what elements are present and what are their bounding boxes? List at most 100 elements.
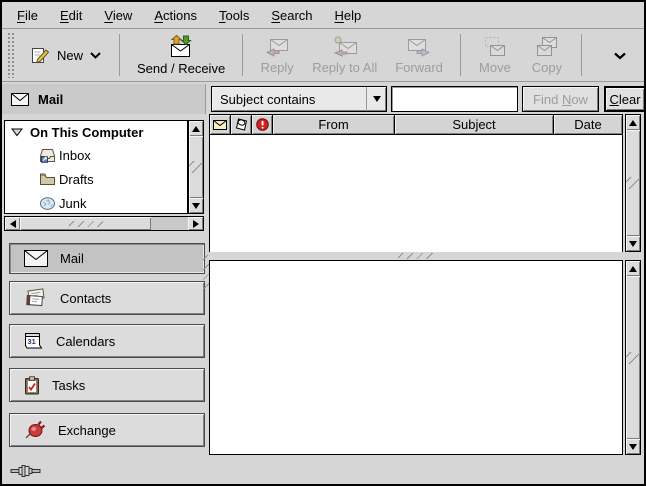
new-button[interactable]: New [21, 38, 111, 73]
column-subject[interactable]: Subject [395, 115, 554, 134]
online-status-connector-icon[interactable] [10, 464, 42, 478]
move-label: Move [479, 60, 511, 75]
folder-icon [39, 172, 56, 186]
switcher-label: Mail [60, 251, 84, 266]
scroll-up-button[interactable] [189, 121, 203, 136]
send-receive-button[interactable]: Send / Receive [128, 32, 234, 79]
svg-text:31: 31 [28, 337, 36, 346]
tree-item-label: Junk [59, 196, 86, 211]
menu-actions[interactable]: Actions [143, 4, 208, 27]
tree-item-inbox[interactable]: Inbox [5, 143, 187, 167]
clear-button[interactable]: Clear [604, 86, 646, 112]
menu-tools[interactable]: Tools [208, 4, 260, 27]
column-date[interactable]: Date [554, 115, 622, 134]
tree-item-junk[interactable]: Junk [5, 191, 187, 214]
toolbar: New Send / Receive Reply [2, 29, 644, 82]
scrollbar-track [626, 276, 640, 439]
toolbar-drag-handle[interactable] [7, 32, 14, 78]
scroll-down-button[interactable] [626, 439, 640, 454]
attachment-icon [235, 118, 248, 131]
scroll-down-button[interactable] [626, 236, 640, 251]
find-now-label: Find Now [533, 92, 588, 107]
column-from[interactable]: From [273, 115, 395, 134]
reply-to-all-icon [331, 36, 359, 58]
expander-open-icon[interactable] [11, 128, 23, 137]
switcher-mail-button[interactable]: Mail [9, 243, 205, 274]
sidebar-header: Mail [2, 84, 206, 114]
scroll-right-button[interactable] [188, 217, 203, 230]
status-bar [2, 457, 644, 484]
calendar-icon: 31 [24, 332, 44, 350]
column-label: From [318, 117, 348, 132]
send-receive-label: Send / Receive [137, 61, 225, 76]
menu-view[interactable]: View [93, 4, 143, 27]
message-list-body [210, 135, 622, 252]
toolbar-overflow-button[interactable] [610, 44, 630, 67]
search-input[interactable] [391, 86, 518, 112]
folder-tree-vertical-scrollbar [188, 120, 204, 214]
inbox-icon [39, 148, 56, 163]
column-priority[interactable] [252, 115, 273, 134]
switcher-exchange-button[interactable]: Exchange [9, 413, 205, 447]
column-label: Date [574, 117, 601, 132]
scroll-left-button[interactable] [5, 217, 20, 230]
scrollbar-thumb[interactable] [20, 217, 151, 230]
switcher-tasks-button[interactable]: Tasks [9, 368, 205, 402]
exchange-plug-icon [24, 420, 46, 440]
tree-item-label: Inbox [59, 148, 91, 163]
menu-help[interactable]: Help [324, 4, 373, 27]
move-icon [482, 36, 508, 58]
copy-button[interactable]: Copy [521, 33, 573, 78]
tasks-icon [24, 376, 40, 395]
junk-icon [39, 196, 56, 210]
reply-label: Reply [261, 60, 294, 75]
new-button-label: New [57, 48, 83, 63]
menu-file[interactable]: File [6, 4, 49, 27]
column-attachment[interactable] [231, 115, 252, 134]
toolbar-separator [460, 34, 461, 76]
search-filter-dropdown[interactable]: Subject contains [211, 86, 387, 112]
switcher-calendars-button[interactable]: 31 Calendars [9, 324, 205, 358]
scroll-down-button[interactable] [189, 198, 203, 213]
scrollbar-track [626, 130, 640, 236]
chevron-down-icon [614, 52, 626, 60]
priority-icon [256, 118, 269, 131]
message-list-header: From Subject Date [210, 115, 622, 135]
tree-item-drafts[interactable]: Drafts [5, 167, 187, 191]
folder-tree-horizontal-scrollbar [4, 216, 204, 231]
reply-to-all-button[interactable]: Reply to All [303, 33, 386, 78]
horizontal-pane-splitter[interactable] [398, 253, 434, 259]
forward-button[interactable]: Forward [386, 33, 452, 78]
menu-search[interactable]: Search [260, 4, 323, 27]
copy-icon [534, 36, 560, 58]
send-receive-icon [167, 35, 195, 59]
search-bar: Subject contains Find Now Clear [206, 84, 644, 114]
scrollbar-thumb[interactable] [626, 276, 640, 439]
menu-edit[interactable]: Edit [49, 4, 93, 27]
column-label: Subject [452, 117, 495, 132]
compose-icon [31, 46, 50, 65]
toolbar-separator [119, 34, 120, 76]
scrollbar-track [20, 217, 188, 230]
switcher-label: Exchange [58, 423, 116, 438]
mail-icon [24, 250, 48, 267]
switcher-label: Calendars [56, 334, 115, 349]
switcher-label: Tasks [52, 378, 85, 393]
tree-root-label: On This Computer [30, 125, 143, 140]
switcher-contacts-button[interactable]: Contacts [9, 281, 205, 315]
scrollbar-thumb[interactable] [626, 130, 640, 236]
forward-icon [406, 36, 432, 58]
column-message-status[interactable] [210, 115, 231, 134]
reply-button[interactable]: Reply [251, 33, 303, 78]
message-list-scrollbar [625, 114, 641, 252]
message-status-icon [213, 120, 227, 130]
find-now-button[interactable]: Find Now [522, 86, 599, 112]
contacts-icon [24, 288, 48, 308]
scrollbar-thumb[interactable] [189, 136, 203, 198]
scroll-up-button[interactable] [626, 115, 640, 130]
scroll-up-button[interactable] [626, 261, 640, 276]
tree-item-label: Drafts [59, 172, 94, 187]
move-button[interactable]: Move [469, 33, 521, 78]
tree-item-on-this-computer[interactable]: On This Computer [5, 121, 187, 143]
switcher-label: Contacts [60, 291, 111, 306]
